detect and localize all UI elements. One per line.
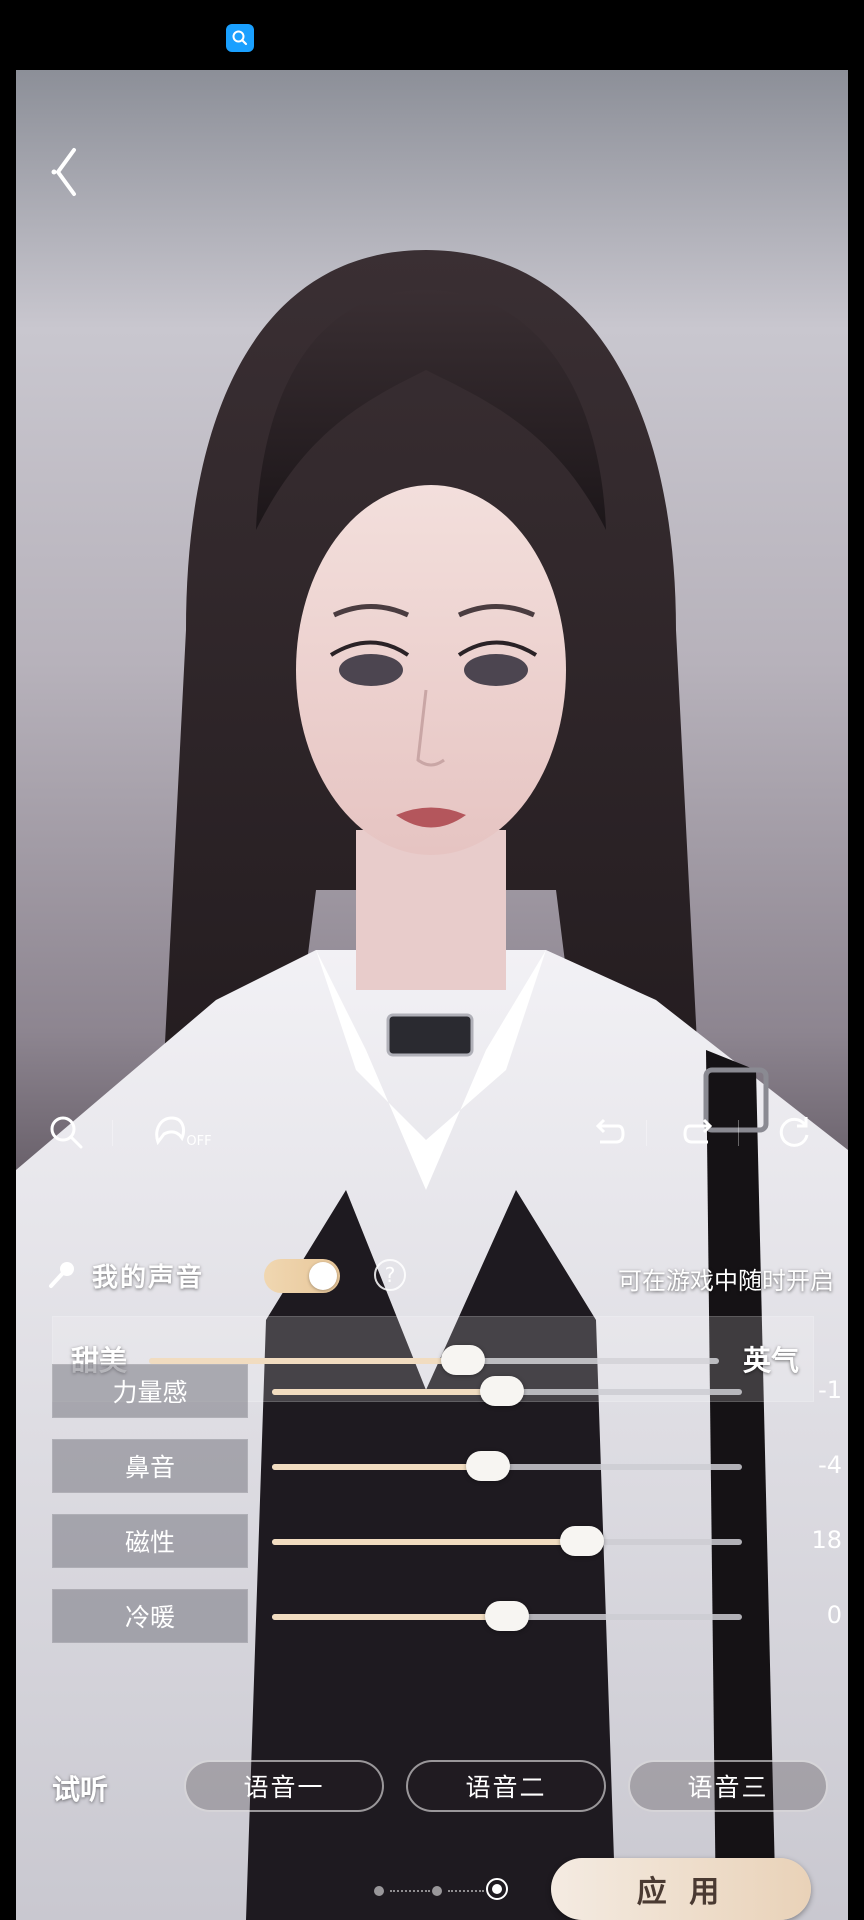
- param-slider-knob[interactable]: [560, 1526, 605, 1556]
- reset-icon[interactable]: [772, 1110, 816, 1154]
- voice-hint: 可在游戏中随时开启: [618, 1267, 834, 1295]
- param-row-magnetism: 磁性 18: [52, 1514, 842, 1568]
- status-bar: [0, 0, 864, 70]
- voice-title: 我的声音: [92, 1263, 205, 1293]
- param-value: -4: [818, 1451, 842, 1479]
- page-dot[interactable]: [432, 1886, 442, 1896]
- preview-label: 试听: [52, 1773, 109, 1806]
- voice-sample-3-button[interactable]: 语音三: [628, 1760, 828, 1812]
- param-slider-track[interactable]: [272, 1451, 742, 1481]
- param-slider-knob[interactable]: [466, 1451, 511, 1481]
- param-label: 磁性: [52, 1514, 248, 1568]
- page-indicator: [368, 1876, 518, 1906]
- param-row-warmth: 冷暖 0: [52, 1589, 842, 1643]
- page-dot-connector: [448, 1890, 484, 1894]
- param-value: 0: [826, 1601, 842, 1629]
- back-button[interactable]: [44, 140, 94, 200]
- toolbar-divider: [646, 1120, 647, 1146]
- apply-button[interactable]: 应 用: [551, 1858, 811, 1920]
- voice-sample-1-button[interactable]: 语音一: [184, 1760, 384, 1812]
- param-slider-track[interactable]: [272, 1376, 742, 1406]
- toolbar-divider: [738, 1120, 739, 1146]
- preview-row: 试听 语音一 语音二 语音三: [52, 1760, 832, 1814]
- param-slider-track[interactable]: [272, 1526, 742, 1556]
- param-row-nasal: 鼻音 -4: [52, 1439, 842, 1493]
- voice-header: 我的声音 ? 可在游戏中随时开启: [48, 1255, 838, 1295]
- page-dot-active[interactable]: [486, 1878, 508, 1900]
- param-slider-fill: [272, 1389, 503, 1395]
- help-icon[interactable]: ?: [374, 1259, 406, 1291]
- search-icon[interactable]: [226, 24, 254, 52]
- toggle-knob: [309, 1262, 337, 1290]
- param-value: 18: [811, 1526, 842, 1554]
- page-dot-connector: [390, 1890, 430, 1894]
- param-label: 鼻音: [52, 1439, 248, 1493]
- param-slider-track[interactable]: [272, 1601, 742, 1631]
- zoom-icon[interactable]: [44, 1110, 88, 1154]
- hair-off-icon[interactable]: OFF: [146, 1110, 216, 1154]
- page-dot[interactable]: [374, 1886, 384, 1896]
- voice-sample-2-button[interactable]: 语音二: [406, 1760, 606, 1812]
- character-view: OFF 我的声音 ? 可在游戏中随时开启 甜美 英气 力量感 -1 鼻音 -4 …: [16, 70, 848, 1920]
- param-label: 力量感: [52, 1364, 248, 1418]
- hair-toggle-text: OFF: [186, 1133, 212, 1149]
- param-slider-fill: [272, 1539, 583, 1545]
- param-slider-fill: [272, 1614, 507, 1620]
- voice-toggle[interactable]: [264, 1259, 340, 1293]
- toolbar-divider: [112, 1120, 113, 1146]
- param-value: -1: [818, 1376, 842, 1404]
- redo-icon[interactable]: [678, 1110, 722, 1154]
- param-slider-knob[interactable]: [485, 1601, 529, 1631]
- param-label: 冷暖: [52, 1589, 248, 1643]
- param-slider-knob[interactable]: [480, 1376, 525, 1406]
- microphone-icon: [48, 1259, 78, 1289]
- param-row-strength: 力量感 -1: [52, 1364, 842, 1418]
- param-slider-fill: [272, 1464, 489, 1470]
- undo-icon[interactable]: [586, 1110, 630, 1154]
